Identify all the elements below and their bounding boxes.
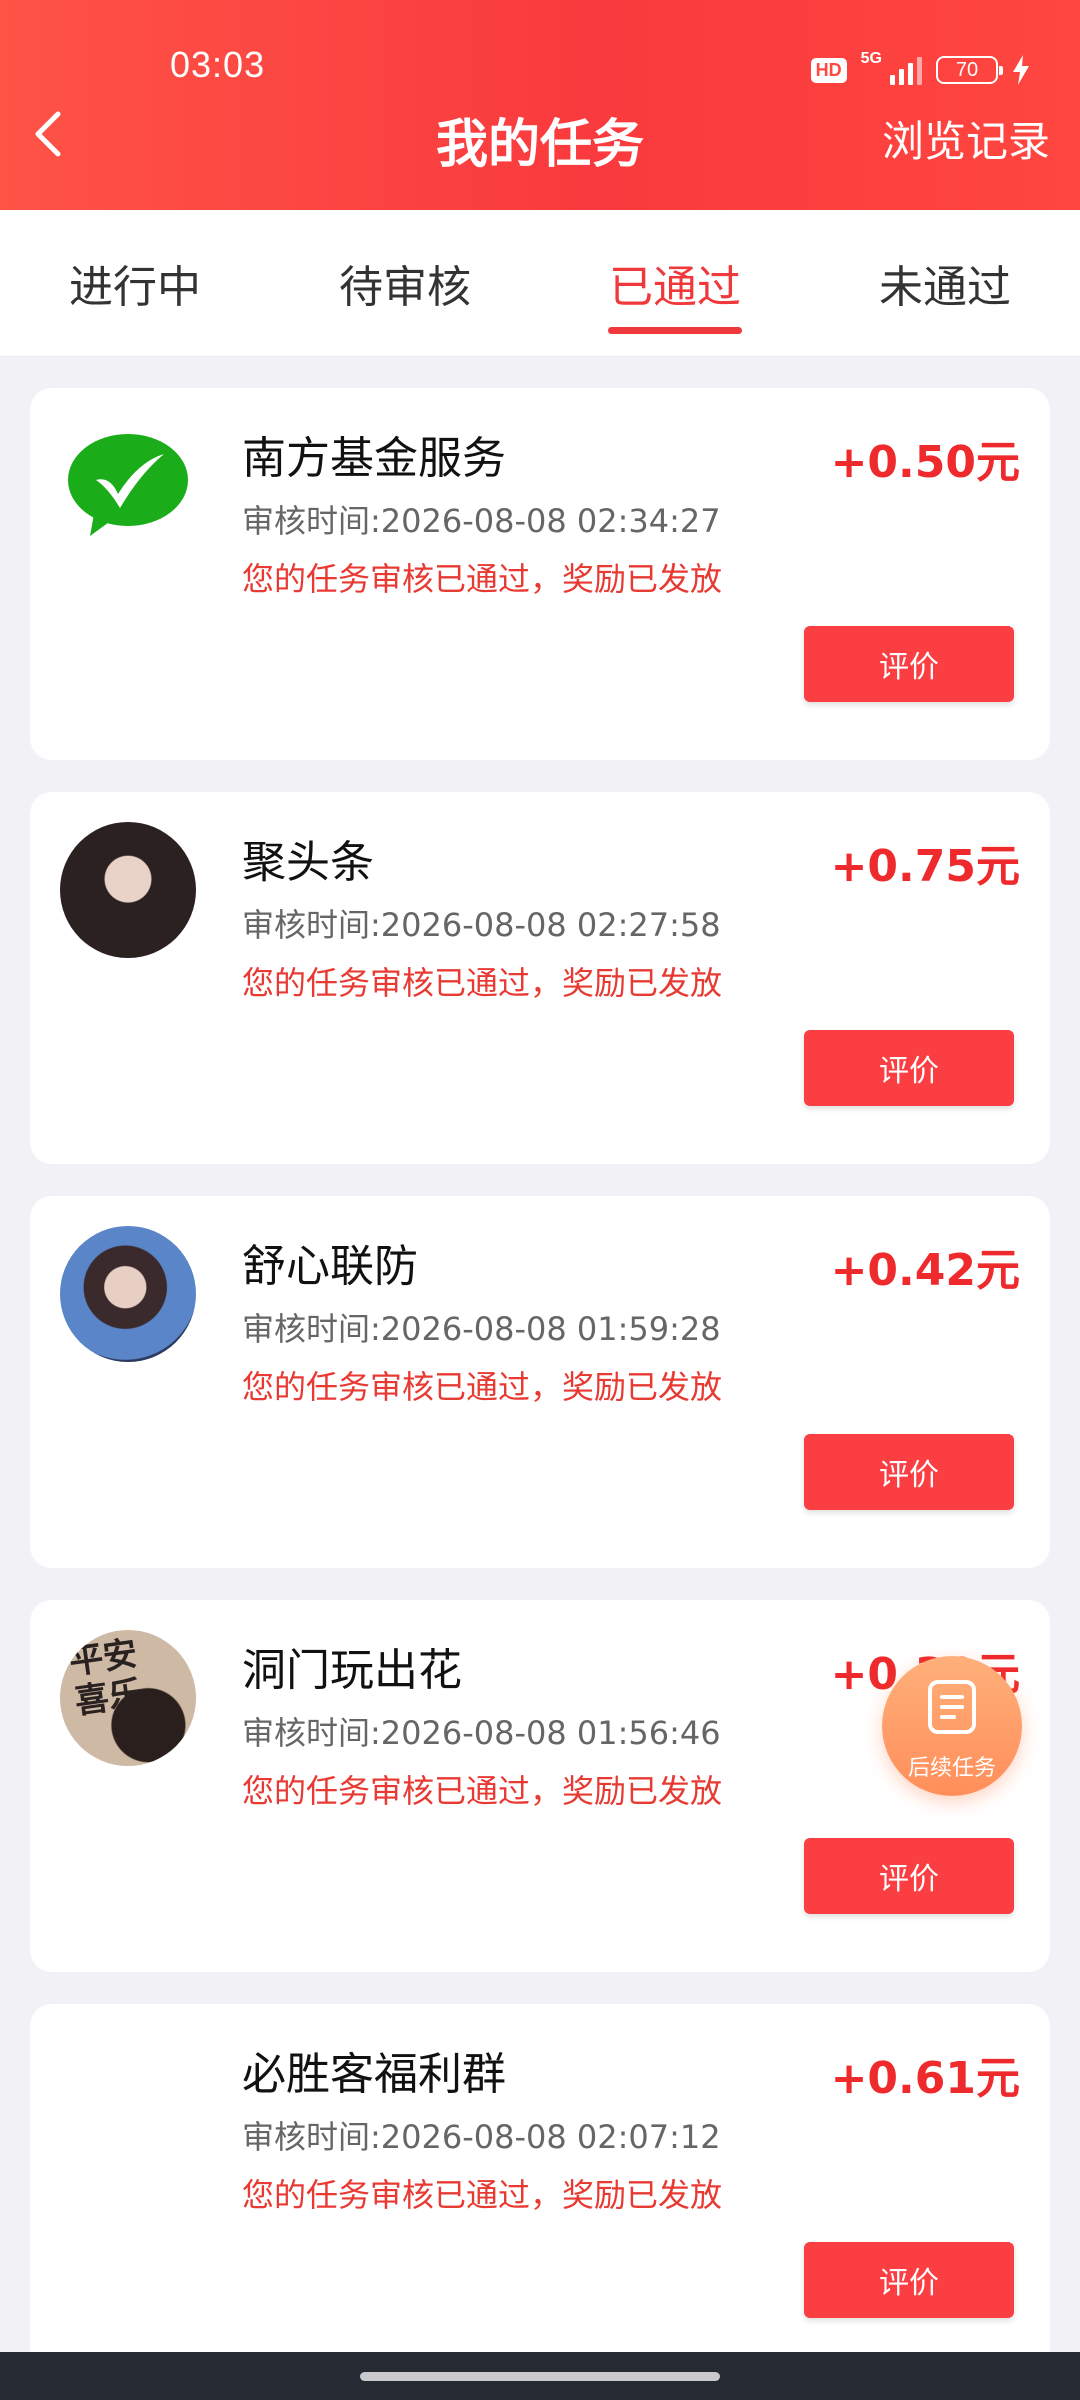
task-card[interactable]: 必胜客福利群 +0.61元 审核时间:2026-08-08 02:07:12 您… [30, 2004, 1050, 2376]
rate-button[interactable]: 评价 [804, 626, 1014, 702]
browse-history-link[interactable]: 浏览记录 [882, 108, 1050, 169]
task-status-tabs: 进行中 待审核 已通过 未通过 [0, 210, 1080, 357]
active-tab-underline [608, 327, 742, 334]
rate-button[interactable]: 评价 [804, 1434, 1014, 1510]
charging-icon [1013, 55, 1029, 85]
avatar-calligraphy: 平安 喜乐 [66, 1633, 146, 1723]
review-time: 审核时间:2026-08-08 02:27:58 [242, 906, 721, 944]
battery-icon: 70 [936, 56, 1003, 84]
reward-amount: +0.61元 [830, 2053, 1020, 2104]
task-title: 必胜客福利群 [242, 2049, 506, 2100]
user-avatar [60, 822, 196, 958]
follow-up-tasks-button[interactable]: 后续任务 [882, 1656, 1022, 1796]
task-title: 舒心联防 [242, 1241, 418, 1292]
user-avatar: 平安 喜乐 [60, 1630, 196, 1766]
rate-button[interactable]: 评价 [804, 1838, 1014, 1914]
review-time: 审核时间:2026-08-08 01:59:28 [242, 1310, 721, 1348]
tab-pending-review[interactable]: 待审核 [270, 210, 540, 356]
home-gesture-handle[interactable] [360, 2372, 720, 2381]
tab-rejected[interactable]: 未通过 [810, 210, 1080, 356]
status-icons: HD 5G 70 [810, 50, 1030, 90]
review-time: 审核时间:2026-08-08 02:07:12 [242, 2118, 721, 2156]
reward-amount: +0.42元 [830, 1245, 1020, 1296]
my-tasks-screen: 03:03 HD 5G 70 我的任务 浏览记录 进行中 待审核 已通过 未通过 [0, 0, 1080, 2400]
approval-message: 您的任务审核已通过，奖励已发放 [242, 1772, 723, 1810]
task-card[interactable]: 舒心联防 +0.42元 审核时间:2026-08-08 01:59:28 您的任… [30, 1196, 1050, 1568]
task-card[interactable]: 南方基金服务 +0.50元 审核时间:2026-08-08 02:34:27 您… [30, 388, 1050, 760]
reward-amount: +0.50元 [830, 437, 1020, 488]
wechat-logo-icon [60, 418, 196, 554]
review-time: 审核时间:2026-08-08 01:56:46 [242, 1714, 721, 1752]
network-type: 5G [860, 50, 882, 67]
approval-message: 您的任务审核已通过，奖励已发放 [242, 1368, 723, 1406]
list-document-icon [928, 1680, 976, 1734]
header-bar: 03:03 HD 5G 70 我的任务 浏览记录 [0, 0, 1080, 210]
reward-amount: +0.75元 [830, 841, 1020, 892]
user-avatar [60, 2034, 196, 2170]
tab-in-progress[interactable]: 进行中 [0, 210, 270, 356]
task-title: 聚头条 [242, 837, 374, 888]
hd-badge: HD [810, 57, 847, 83]
approval-message: 您的任务审核已通过，奖励已发放 [242, 560, 723, 598]
follow-up-tasks-label: 后续任务 [907, 1756, 996, 1781]
task-list: 南方基金服务 +0.50元 审核时间:2026-08-08 02:34:27 您… [30, 388, 1050, 2400]
review-time: 审核时间:2026-08-08 02:34:27 [242, 502, 721, 540]
tab-approved[interactable]: 已通过 [540, 210, 810, 356]
system-navigation-bar [0, 2352, 1080, 2400]
task-card[interactable]: 聚头条 +0.75元 审核时间:2026-08-08 02:27:58 您的任务… [30, 792, 1050, 1164]
task-title: 洞门玩出花 [242, 1645, 462, 1696]
signal-icon [890, 55, 922, 85]
task-card[interactable]: 平安喜乐 洞门玩出花 +0.30元 审核时间:2026-08-08 01:56:… [30, 1600, 1050, 1972]
task-title: 南方基金服务 [242, 433, 506, 484]
rate-button[interactable]: 评价 [804, 2242, 1014, 2318]
approval-message: 您的任务审核已通过，奖励已发放 [242, 964, 723, 1002]
user-avatar [60, 1226, 196, 1362]
rate-button[interactable]: 评价 [804, 1030, 1014, 1106]
approval-message: 您的任务审核已通过，奖励已发放 [242, 2176, 723, 2214]
status-time: 03:03 [170, 44, 266, 85]
